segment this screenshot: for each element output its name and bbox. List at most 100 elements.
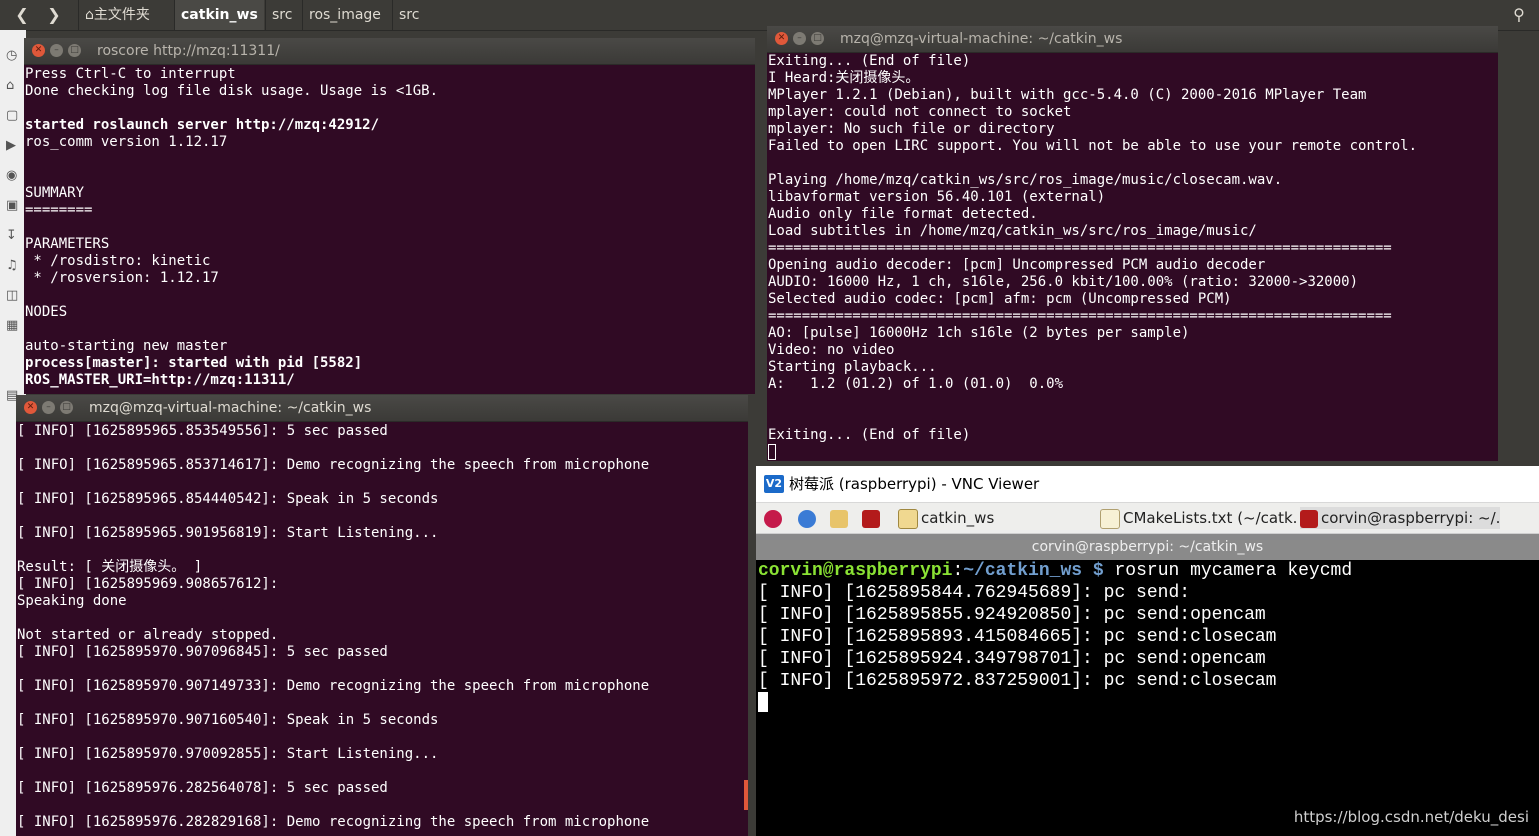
vnc-terminal[interactable]: corvin@raspberrypi:~/catkin_ws $ rosrun … xyxy=(756,560,1539,836)
terminal-line: Exiting... (End of file) xyxy=(768,427,971,443)
terminal-line: [ INFO] [1625895972.837259001]: pc send:… xyxy=(758,671,1277,691)
maximize-icon: □ xyxy=(62,402,71,412)
terminal-line: NODES xyxy=(25,304,68,320)
search-button[interactable]: ⚲ xyxy=(1499,0,1539,30)
raspberry-menu-button[interactable] xyxy=(764,507,785,529)
terminal-icon xyxy=(1300,509,1318,528)
prompt-path: ~/catkin_ws $ xyxy=(963,561,1104,581)
terminal-line: Video: no video xyxy=(768,342,895,358)
camera-icon[interactable]: ◉ xyxy=(6,168,22,184)
text-editor-icon xyxy=(1100,508,1120,529)
music-icon[interactable]: ♫ xyxy=(6,258,22,274)
terminal-line: ======== xyxy=(25,202,93,218)
mplayer-terminal-output[interactable]: Exiting... (End of file) I Heard:关闭摄像头。 … xyxy=(768,53,1498,461)
minimize-button[interactable]: – xyxy=(793,32,806,45)
back-button[interactable]: ❮ xyxy=(8,2,36,28)
terminal-cursor xyxy=(758,692,768,712)
terminal-line: [ INFO] [1625895893.415084665]: pc send:… xyxy=(758,627,1277,647)
recent-icon[interactable]: ◷ xyxy=(6,48,22,64)
terminal-line: [ INFO] [1625895970.907160540]: Speak in… xyxy=(17,712,439,728)
close-button[interactable]: ✕ xyxy=(775,32,788,45)
close-button[interactable]: ✕ xyxy=(32,44,45,57)
terminal-line: AUDIO: 16000 Hz, 1 ch, s16le, 256.0 kbit… xyxy=(768,274,1359,290)
roscore-titlebar[interactable]: ✕ – □ roscore http://mzq:11311/ xyxy=(24,38,755,65)
terminal-line: Audio only file format detected. xyxy=(768,206,1038,222)
taskbar-item-cmakelists[interactable]: CMakeLists.txt (~/catk... xyxy=(1100,507,1296,529)
file-manager-launcher[interactable] xyxy=(830,507,851,529)
maximize-button[interactable]: □ xyxy=(60,401,73,414)
speech-titlebar[interactable]: ✕ – □ mzq@mzq-virtual-machine: ~/catkin_… xyxy=(16,395,748,422)
home-icon: ⌂ xyxy=(85,7,94,23)
terminal-line: [ INFO] [1625895855.924920850]: pc send:… xyxy=(758,605,1266,625)
mplayer-title: mzq@mzq-virtual-machine: ~/catkin_ws xyxy=(840,31,1123,47)
breadcrumb-home[interactable]: ⌂主文件夹 xyxy=(78,0,156,30)
minimize-icon: – xyxy=(54,45,59,55)
terminal-line: * /rosdistro: kinetic xyxy=(25,253,211,269)
network-icon[interactable]: ▦ xyxy=(6,318,22,334)
vnc-terminal-titlebar[interactable]: corvin@raspberrypi: ~/catkin_ws xyxy=(756,534,1539,560)
breadcrumb-src-2[interactable]: src xyxy=(392,0,425,30)
terminal-line: I Heard:关闭摄像头。 xyxy=(768,70,920,86)
watermark: https://blog.csdn.net/deku_desi xyxy=(1293,808,1529,826)
vnc-terminal-output[interactable]: corvin@raspberrypi:~/catkin_ws $ rosrun … xyxy=(758,560,1352,714)
folder-icon[interactable]: ▢ xyxy=(6,108,22,124)
maximize-button[interactable]: □ xyxy=(811,32,824,45)
close-button[interactable]: ✕ xyxy=(24,401,37,414)
speech-terminal-output[interactable]: [ INFO] [1625895965.853549556]: 5 sec pa… xyxy=(17,423,748,831)
breadcrumb-catkin-ws[interactable]: catkin_ws xyxy=(174,0,264,30)
search-icon: ⚲ xyxy=(1513,5,1525,24)
terminal-line: * /rosversion: 1.12.17 xyxy=(25,270,219,286)
terminal-line: [ INFO] [1625895844.762945689]: pc send: xyxy=(758,583,1191,603)
close-icon: ✕ xyxy=(777,33,786,43)
terminal-line: [ INFO] [1625895976.282829168]: Demo rec… xyxy=(17,814,650,830)
close-icon: ✕ xyxy=(34,45,43,55)
maximize-icon: □ xyxy=(813,33,822,43)
terminal-line: Press Ctrl-C to interrupt xyxy=(25,66,236,82)
mplayer-titlebar[interactable]: ✕ – □ mzq@mzq-virtual-machine: ~/catkin_… xyxy=(767,26,1498,53)
speech-terminal-window[interactable]: ✕ – □ mzq@mzq-virtual-machine: ~/catkin_… xyxy=(16,395,748,836)
forward-button[interactable]: ❯ xyxy=(40,2,68,28)
terminal-line: Speaking done xyxy=(17,593,127,609)
minimize-button[interactable]: – xyxy=(50,44,63,57)
roscore-terminal-output[interactable]: Press Ctrl-C to interrupt Done checking … xyxy=(25,66,755,389)
terminal-line: Opening audio decoder: [pcm] Uncompresse… xyxy=(768,257,1266,273)
terminal-line: [ INFO] [1625895969.908657612]: xyxy=(17,576,279,592)
terminal-line: [ INFO] [1625895965.901956819]: Start Li… xyxy=(17,525,439,541)
document-icon[interactable]: ▣ xyxy=(6,198,22,214)
terminal-line: Starting playback... xyxy=(768,359,937,375)
vnc-title: 树莓派 (raspberrypi) - VNC Viewer xyxy=(789,475,1040,493)
download-icon[interactable]: ↧ xyxy=(6,228,22,244)
mplayer-terminal-window[interactable]: ✕ – □ mzq@mzq-virtual-machine: ~/catkin_… xyxy=(767,26,1498,461)
terminal-line: ========================================… xyxy=(768,240,1392,256)
trash-icon[interactable]: ◫ xyxy=(6,288,22,304)
terminal-line: Selected audio codec: [pcm] afm: pcm (Un… xyxy=(768,291,1232,307)
close-icon: ✕ xyxy=(26,402,35,412)
vnc-viewer-window[interactable]: V2 树莓派 (raspberrypi) - VNC Viewer catkin… xyxy=(756,466,1539,836)
vnc-titlebar[interactable]: V2 树莓派 (raspberrypi) - VNC Viewer xyxy=(756,466,1539,503)
video-icon[interactable]: ▶ xyxy=(6,138,22,154)
chevron-left-icon: ❮ xyxy=(15,5,29,24)
browser-launcher[interactable] xyxy=(798,507,819,529)
terminal-line: ========================================… xyxy=(768,308,1392,324)
breadcrumb-ros-image[interactable]: ros_image xyxy=(302,0,387,30)
roscore-terminal-window[interactable]: ✕ – □ roscore http://mzq:11311/ Press Ct… xyxy=(24,38,755,394)
folder-icon xyxy=(898,508,918,529)
chevron-right-icon: ❯ xyxy=(47,5,61,24)
prompt-separator: : xyxy=(952,561,964,581)
terminal-launcher[interactable] xyxy=(862,507,883,529)
maximize-button[interactable]: □ xyxy=(68,44,81,57)
terminal-line: mplayer: No such file or directory xyxy=(768,121,1055,137)
terminal-line: PARAMETERS xyxy=(25,236,110,252)
vnc-logo-icon: V2 xyxy=(764,475,784,493)
terminal-line: [ INFO] [1625895965.853549556]: 5 sec pa… xyxy=(17,423,388,439)
terminal-line: Not started or already stopped. xyxy=(17,627,279,643)
minimize-button[interactable]: – xyxy=(42,401,55,414)
scrollbar-thumb[interactable] xyxy=(744,780,748,810)
taskbar-item-terminal[interactable]: corvin@raspberrypi: ~/... xyxy=(1300,507,1500,529)
breadcrumb-src[interactable]: src xyxy=(265,0,298,30)
speech-title: mzq@mzq-virtual-machine: ~/catkin_ws xyxy=(89,400,372,416)
terminal-line: Exiting... (End of file) xyxy=(768,53,971,69)
taskbar-item-catkin-ws[interactable]: catkin_ws xyxy=(898,507,1088,529)
home-icon[interactable]: ⌂ xyxy=(6,78,22,94)
globe-icon xyxy=(798,509,816,528)
